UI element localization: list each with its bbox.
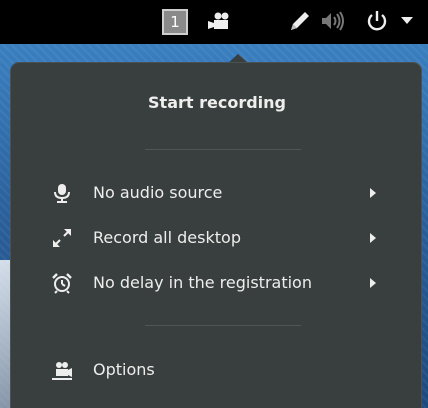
record-area-item[interactable]: Record all desktop <box>51 221 391 255</box>
camera-recorder-icon[interactable] <box>207 10 231 32</box>
submenu-arrow-icon <box>370 188 376 198</box>
submenu-arrow-icon <box>370 233 376 243</box>
separator <box>145 325 301 326</box>
top-panel: 1 <box>0 0 428 44</box>
camera-settings-icon <box>51 359 73 381</box>
workspace-indicator[interactable]: 1 <box>162 9 188 35</box>
options-item[interactable]: Options <box>51 353 391 387</box>
power-icon[interactable] <box>366 10 388 32</box>
alarm-clock-icon <box>51 272 73 294</box>
menu-title[interactable]: Start recording <box>11 93 423 112</box>
delay-item[interactable]: No delay in the registration <box>51 266 391 300</box>
expand-arrows-icon <box>51 227 73 249</box>
record-area-label: Record all desktop <box>93 228 241 247</box>
recorder-menu: Start recording No audio source Record a… <box>10 62 422 408</box>
pen-icon[interactable] <box>289 10 311 32</box>
submenu-arrow-icon <box>370 278 376 288</box>
volume-icon[interactable] <box>320 10 346 32</box>
audio-source-label: No audio source <box>93 183 223 202</box>
options-label: Options <box>93 360 155 379</box>
separator <box>145 149 301 150</box>
delay-label: No delay in the registration <box>93 273 312 292</box>
microphone-icon <box>51 182 73 204</box>
chevron-down-icon[interactable] <box>401 17 413 25</box>
audio-source-item[interactable]: No audio source <box>51 176 391 210</box>
